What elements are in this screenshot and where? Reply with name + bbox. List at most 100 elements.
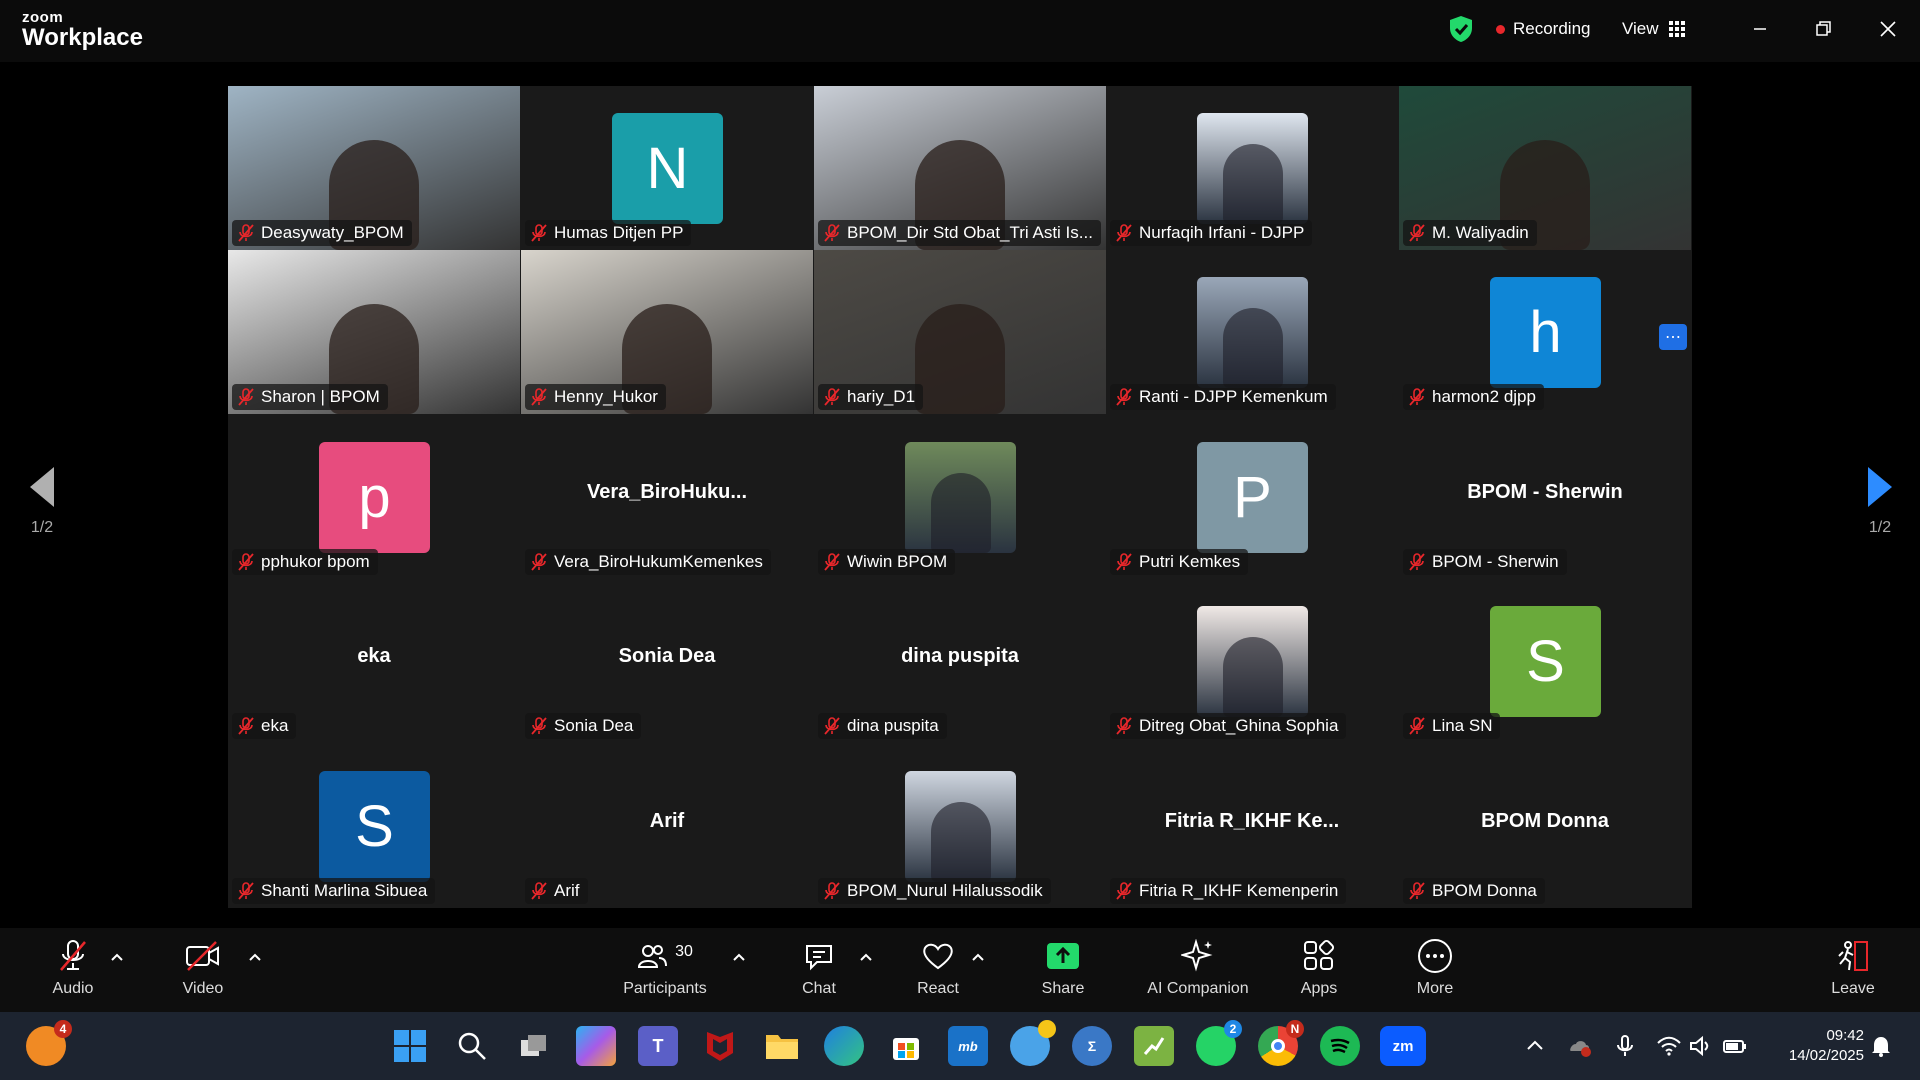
spotify-icon[interactable] — [1320, 1026, 1360, 1066]
edge-browser-icon[interactable] — [824, 1026, 864, 1066]
system-clock[interactable]: 09:42 14/02/2025 — [1789, 1026, 1864, 1066]
participant-tile[interactable]: Wiwin BPOM — [814, 415, 1106, 579]
participant-tile[interactable]: Ranti - DJPP Kemenkum — [1106, 250, 1398, 414]
participant-tile[interactable]: P Putri Kemkes — [1106, 415, 1398, 579]
microphone-tray-icon[interactable] — [1612, 1034, 1638, 1058]
start-button[interactable] — [390, 1026, 430, 1066]
file-explorer-icon[interactable] — [762, 1026, 802, 1066]
teams-icon[interactable]: T — [638, 1026, 678, 1066]
participant-name-label: Wiwin BPOM — [818, 549, 956, 575]
video-options-caret-icon[interactable] — [248, 950, 262, 964]
participant-name-label: Humas Ditjen PP — [525, 220, 692, 246]
more-label: More — [1416, 980, 1454, 997]
app-icon-sigma[interactable]: Σ — [1072, 1026, 1112, 1066]
close-window-button[interactable] — [1868, 14, 1908, 44]
previous-page-button[interactable]: 1/2 — [12, 467, 72, 537]
restore-button[interactable] — [1804, 14, 1844, 44]
apps-button[interactable]: Apps — [1264, 936, 1374, 1006]
meeting-stage: 1/2 1/2 Deasywaty_BPOM N Humas Ditjen PP BP… — [0, 62, 1920, 928]
participant-tile[interactable]: hariy_D1 — [814, 250, 1106, 414]
participant-tile[interactable]: S Shanti Marlina Sibuea — [228, 744, 520, 908]
recording-label: Recording — [1513, 19, 1591, 38]
participant-tile[interactable]: Fitria R_IKHF Ke... Fitria R_IKHF Kemenpe… — [1106, 744, 1398, 908]
minimize-button[interactable] — [1740, 14, 1780, 44]
participants-button[interactable]: 30 Participants — [610, 936, 720, 1006]
recording-indicator[interactable]: Recording — [1496, 14, 1591, 44]
audio-button[interactable]: Audio — [18, 936, 128, 1006]
participants-options-caret-icon[interactable] — [732, 950, 746, 964]
view-button[interactable]: View — [1622, 14, 1685, 44]
muted-mic-icon — [57, 936, 89, 976]
participant-tile[interactable]: BPOM_Dir Std Obat_Tri Asti Is... — [814, 86, 1106, 250]
next-page-button[interactable]: 1/2 — [1850, 467, 1910, 537]
participant-tile[interactable]: eka eka — [228, 579, 520, 743]
participant-name: pphukor bpom — [261, 552, 370, 571]
search-icon[interactable] — [452, 1026, 492, 1066]
participant-name: Lina SN — [1432, 716, 1493, 735]
video-off-icon — [184, 936, 222, 976]
zoom-taskbar-icon[interactable]: zm — [1380, 1026, 1426, 1066]
participant-tile[interactable]: M. Waliyadin — [1399, 86, 1691, 250]
chrome-icon[interactable]: N — [1258, 1020, 1304, 1066]
leave-label: Leave — [1831, 980, 1875, 997]
participant-photo — [1197, 277, 1308, 388]
muted-mic-icon — [1409, 553, 1425, 571]
notifications-bell-icon[interactable] — [1868, 1034, 1894, 1058]
participant-tile[interactable]: h harmon2 djpp — [1399, 250, 1691, 414]
react-options-caret-icon[interactable] — [971, 950, 985, 964]
participant-tile[interactable]: Deasywaty_BPOM — [228, 86, 520, 250]
app-icon-chart[interactable] — [1134, 1026, 1174, 1066]
weather-widget-icon[interactable]: 4 — [26, 1020, 72, 1066]
react-button[interactable]: React — [883, 936, 993, 1006]
battery-icon[interactable] — [1722, 1034, 1748, 1058]
wifi-icon[interactable] — [1656, 1034, 1682, 1058]
participant-tile[interactable]: S Lina SN — [1399, 579, 1691, 743]
participant-display-name: Arif — [649, 810, 685, 832]
participant-tile[interactable]: Henny_Hukor — [521, 250, 813, 414]
participant-tile[interactable]: p pphukor bpom — [228, 415, 520, 579]
copilot-icon[interactable] — [576, 1026, 616, 1066]
participant-tile[interactable]: BPOM Donna BPOM Donna — [1399, 744, 1691, 908]
participant-tile[interactable]: Sharon | BPOM — [228, 250, 520, 414]
microsoft-store-icon[interactable] — [886, 1026, 926, 1066]
participant-gallery: Deasywaty_BPOM N Humas Ditjen PP BPOM_Dir S… — [228, 86, 1692, 908]
whatsapp-icon[interactable]: 2 — [1196, 1020, 1242, 1066]
muted-mic-icon — [531, 717, 547, 735]
participant-tile[interactable]: N Humas Ditjen PP — [521, 86, 813, 250]
more-button[interactable]: More — [1380, 936, 1490, 1006]
heart-icon — [921, 936, 955, 976]
participant-name: Henny_Hukor — [554, 387, 658, 406]
mcafee-icon[interactable] — [700, 1026, 740, 1066]
participant-tile[interactable]: Ditreg Obat_Ghina Sophia — [1106, 579, 1398, 743]
chat-options-caret-icon[interactable] — [859, 950, 873, 964]
leave-icon — [1835, 936, 1871, 976]
participant-tile[interactable]: dina puspita dina puspita — [814, 579, 1106, 743]
audio-options-caret-icon[interactable] — [110, 950, 124, 964]
task-view-icon[interactable] — [514, 1026, 554, 1066]
app-icon-bird[interactable] — [1010, 1020, 1056, 1066]
ai-companion-button[interactable]: AI Companion — [1143, 936, 1253, 1006]
share-button[interactable]: Share — [1008, 936, 1118, 1006]
encryption-shield-icon[interactable] — [1448, 14, 1474, 44]
volume-icon[interactable] — [1688, 1034, 1714, 1058]
leave-button[interactable]: Leave — [1798, 936, 1908, 1006]
participant-tile[interactable]: BPOM - Sherwin BPOM - Sherwin — [1399, 415, 1691, 579]
participant-tile[interactable]: Nurfaqih Irfani - DJPP — [1106, 86, 1398, 250]
page-indicator-right: 1/2 — [1868, 519, 1892, 536]
sparkle-icon — [1181, 936, 1215, 976]
mybpom-app-icon[interactable]: mb — [948, 1026, 988, 1066]
onedrive-icon[interactable] — [1566, 1034, 1592, 1058]
participant-name-label: Shanti Marlina Sibuea — [232, 878, 436, 904]
show-hidden-icons-icon[interactable] — [1522, 1034, 1548, 1058]
participant-tile[interactable]: BPOM_Nurul Hilalussodik — [814, 744, 1106, 908]
brand-big: Workplace — [22, 24, 143, 51]
participant-name: Humas Ditjen PP — [554, 223, 684, 242]
participant-tile[interactable]: Arif Arif — [521, 744, 813, 908]
participant-avatar: h — [1490, 277, 1601, 388]
windows-taskbar: 4 T mb Σ 2 N zm 09:42 14/02/2025 — [0, 1012, 1920, 1080]
participant-tile[interactable]: Sonia Dea Sonia Dea — [521, 579, 813, 743]
video-button[interactable]: Video — [148, 936, 258, 1006]
tile-options-button[interactable]: ⋯ — [1659, 324, 1687, 350]
chat-button[interactable]: Chat — [764, 936, 874, 1006]
participant-tile[interactable]: Vera_BiroHuku... Vera_BiroHukumKemenkes — [521, 415, 813, 579]
